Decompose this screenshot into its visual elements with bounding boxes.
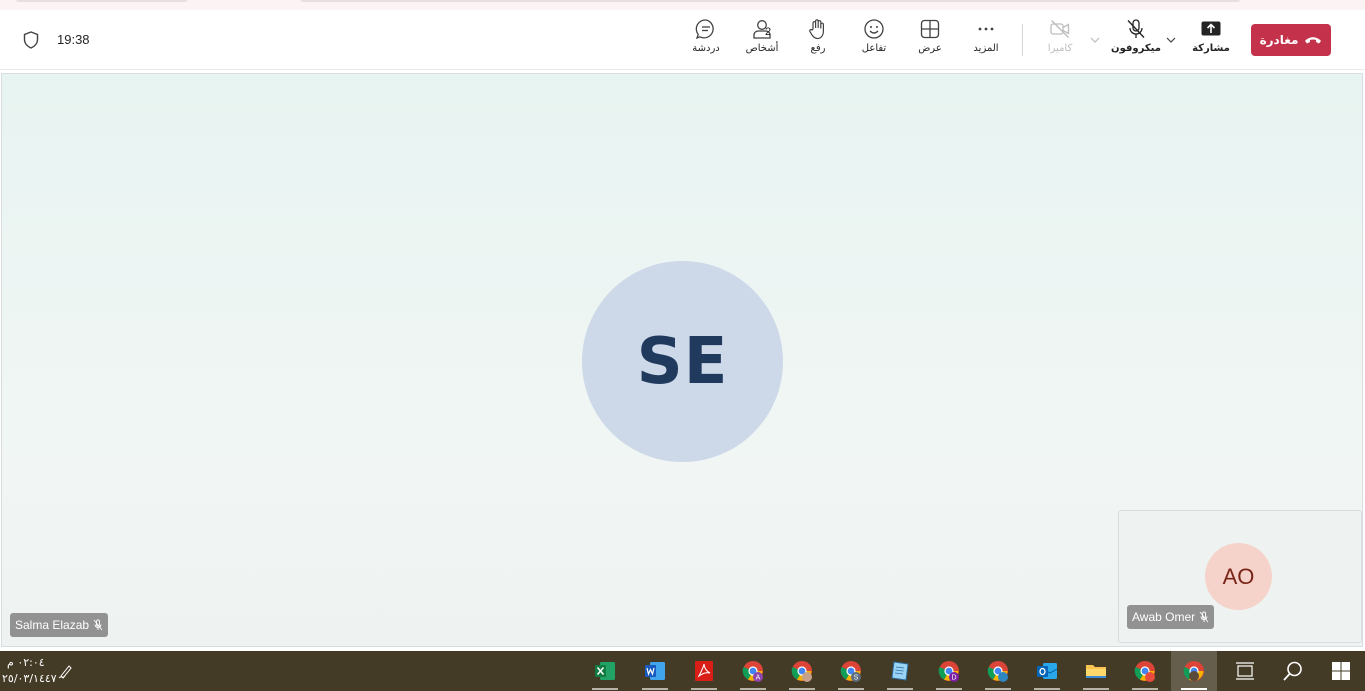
app-open-indicator: [1132, 688, 1158, 690]
app-open-indicator: [1083, 688, 1109, 690]
outlook-icon: [1037, 663, 1058, 679]
task-view-icon[interactable]: [1234, 660, 1256, 682]
mic-label: ميكروفون: [1111, 43, 1161, 54]
meeting-timer: 19:38: [57, 32, 90, 47]
raise-hand-button[interactable]: رفع: [790, 18, 846, 66]
camera-label: كاميرا: [1047, 43, 1073, 54]
taskbar-app-acrobat[interactable]: [681, 651, 727, 691]
camera-button[interactable]: كاميرا: [1032, 18, 1088, 66]
taskbar-app-chrome-a[interactable]: A: [730, 651, 776, 691]
excel-icon: [595, 662, 615, 680]
participant-avatar-main[interactable]: SE: [582, 261, 783, 462]
raise-label: رفع: [810, 43, 826, 54]
shield-icon[interactable]: [23, 31, 39, 49]
participant-avatar-self: AO: [1205, 543, 1272, 610]
chat-label: دردشة: [692, 43, 720, 54]
windows-start-icon[interactable]: [1330, 660, 1352, 682]
taskbar-date: ٢٥/٠٣/١٤٤٧: [2, 672, 57, 685]
taskbar-app-outlook[interactable]: [1024, 651, 1070, 691]
more-label: المزيد: [973, 43, 999, 54]
self-video-tile[interactable]: AO Awab Omer: [1118, 510, 1362, 643]
participant-name-main: Salma Elazab: [15, 618, 90, 632]
taskbar-app-chrome-photo[interactable]: [779, 651, 825, 691]
react-label: تفاعل: [861, 43, 887, 54]
chat-icon: [695, 19, 714, 40]
app-open-indicator: [1034, 688, 1060, 690]
browser-address-shape[interactable]: [300, 0, 1240, 2]
leave-label: مغادرة: [1259, 33, 1299, 47]
share-label: مشاركة: [1192, 43, 1230, 54]
app-open-indicator: [1181, 688, 1207, 690]
chrome-profile-a-icon: A: [742, 661, 763, 682]
meeting-toolbar: 19:38 دردشة 2 أشخاص رفع تفاعل عرض المزيد…: [0, 10, 1365, 70]
svg-text:D: D: [951, 675, 956, 682]
chrome-profile-s-icon: S: [840, 661, 861, 682]
app-open-indicator: [887, 688, 913, 690]
taskbar-time: ٠٢:٠٤ م: [7, 656, 45, 669]
hand-icon: [809, 19, 824, 40]
view-button[interactable]: عرض: [902, 18, 958, 66]
more-button[interactable]: المزيد: [958, 18, 1014, 66]
toolbar-divider: [1022, 24, 1023, 56]
taskbar-app-word[interactable]: [632, 651, 678, 691]
taskbar-app-chrome-s[interactable]: S: [828, 651, 874, 691]
smiley-icon: [864, 19, 884, 39]
mic-off-icon: [1127, 19, 1145, 38]
more-dots-icon: [978, 27, 994, 31]
chrome-profile-active-icon: [1183, 661, 1204, 681]
video-stage: SE Salma Elazab AO Awab Omer: [1, 73, 1363, 647]
grid-view-icon: [920, 19, 940, 39]
participant-name-self: Awab Omer: [1132, 610, 1196, 624]
browser-top-strip: [0, 0, 1365, 10]
participant-name-tag-self: Awab Omer: [1127, 605, 1215, 629]
app-open-indicator: [642, 688, 668, 690]
chrome-profile-red-icon: [1134, 661, 1155, 682]
people-button[interactable]: 2 أشخاص: [734, 18, 790, 66]
app-open-indicator: [985, 688, 1011, 690]
app-open-indicator: [789, 688, 815, 690]
taskbar-app-excel[interactable]: [582, 651, 628, 691]
chrome-profile-photo-icon: [791, 661, 812, 682]
taskbar-app-chrome-d[interactable]: D: [926, 651, 972, 691]
app-open-indicator: [936, 688, 962, 690]
file-explorer-icon: [1086, 665, 1106, 678]
svg-text:S: S: [854, 675, 859, 682]
pen-icon[interactable]: [58, 663, 74, 679]
word-icon: [645, 662, 665, 680]
react-button[interactable]: تفاعل: [846, 18, 902, 66]
taskbar-app-file-explorer[interactable]: [1073, 651, 1119, 691]
leave-button[interactable]: مغادرة: [1251, 24, 1331, 56]
mic-off-icon: [93, 619, 103, 631]
chat-button[interactable]: دردشة: [678, 18, 734, 66]
notepad-icon: [891, 661, 909, 681]
windows-taskbar: ٠٢:٠٤ م ٢٥/٠٣/١٤٤٧ A S D: [0, 651, 1365, 691]
camera-options-chevron-icon[interactable]: [1089, 34, 1101, 46]
taskbar-app-chrome-active[interactable]: [1171, 651, 1217, 691]
taskbar-app-notepad[interactable]: [877, 651, 923, 691]
people-label: أشخاص: [745, 43, 779, 54]
browser-tab-shape[interactable]: [16, 0, 188, 2]
view-label: عرض: [918, 43, 942, 54]
acrobat-icon: [695, 661, 713, 681]
taskbar-app-chrome-arabic[interactable]: [975, 651, 1021, 691]
participant-name-tag-main: Salma Elazab: [10, 613, 109, 637]
share-screen-icon: [1201, 21, 1221, 36]
app-open-indicator: [691, 688, 717, 690]
search-icon[interactable]: [1282, 660, 1304, 682]
app-open-indicator: [838, 688, 864, 690]
microphone-button[interactable]: ميكروفون: [1108, 18, 1164, 66]
people-count: 2: [765, 26, 772, 38]
camera-off-icon: [1050, 20, 1070, 38]
svg-text:A: A: [756, 675, 761, 682]
app-open-indicator: [740, 688, 766, 690]
taskbar-clock[interactable]: ٠٢:٠٤ م ٢٥/٠٣/١٤٤٧: [2, 655, 57, 687]
taskbar-app-chrome-red[interactable]: [1122, 651, 1168, 691]
app-open-indicator: [592, 688, 618, 690]
hang-up-icon: [1305, 37, 1322, 44]
mic-options-chevron-icon[interactable]: [1165, 34, 1177, 46]
mic-off-icon: [1199, 611, 1209, 623]
share-button[interactable]: مشاركة: [1183, 18, 1239, 66]
chrome-profile-d-icon: D: [938, 661, 959, 682]
chrome-profile-arabic-icon: [987, 661, 1008, 682]
